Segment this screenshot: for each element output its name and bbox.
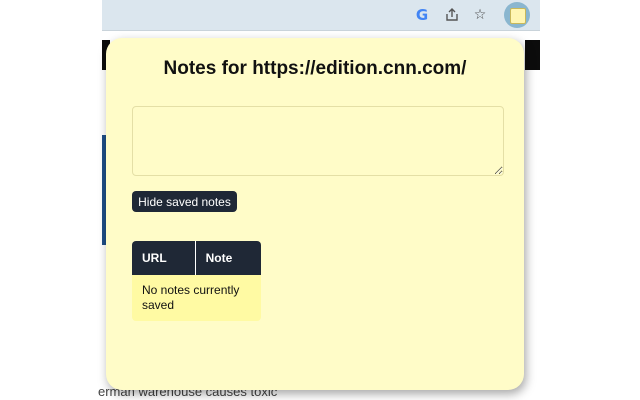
url-column-header: URL [132,241,196,275]
star-icon[interactable]: ☆ [470,5,490,25]
hide-saved-notes-button[interactable]: Hide saved notes [132,191,237,212]
popup-title: Notes for https://edition.cnn.com/ [163,58,467,79]
page-background-header-right [525,40,540,70]
table-row: No notes currently saved [132,275,261,321]
google-icon[interactable]: G [412,5,432,25]
notes-popup: Notes for https://edition.cnn.com/ Hide … [106,38,524,390]
share-icon[interactable] [442,5,462,25]
note-input[interactable] [132,106,504,176]
empty-notes-message: No notes currently saved [132,275,261,321]
sticky-note-icon [510,8,526,24]
note-column-header: Note [194,241,261,275]
saved-notes-table: URL Note No notes currently saved [132,241,261,321]
notes-extension-icon[interactable] [504,2,530,28]
browser-toolbar: G ☆ [102,0,540,31]
